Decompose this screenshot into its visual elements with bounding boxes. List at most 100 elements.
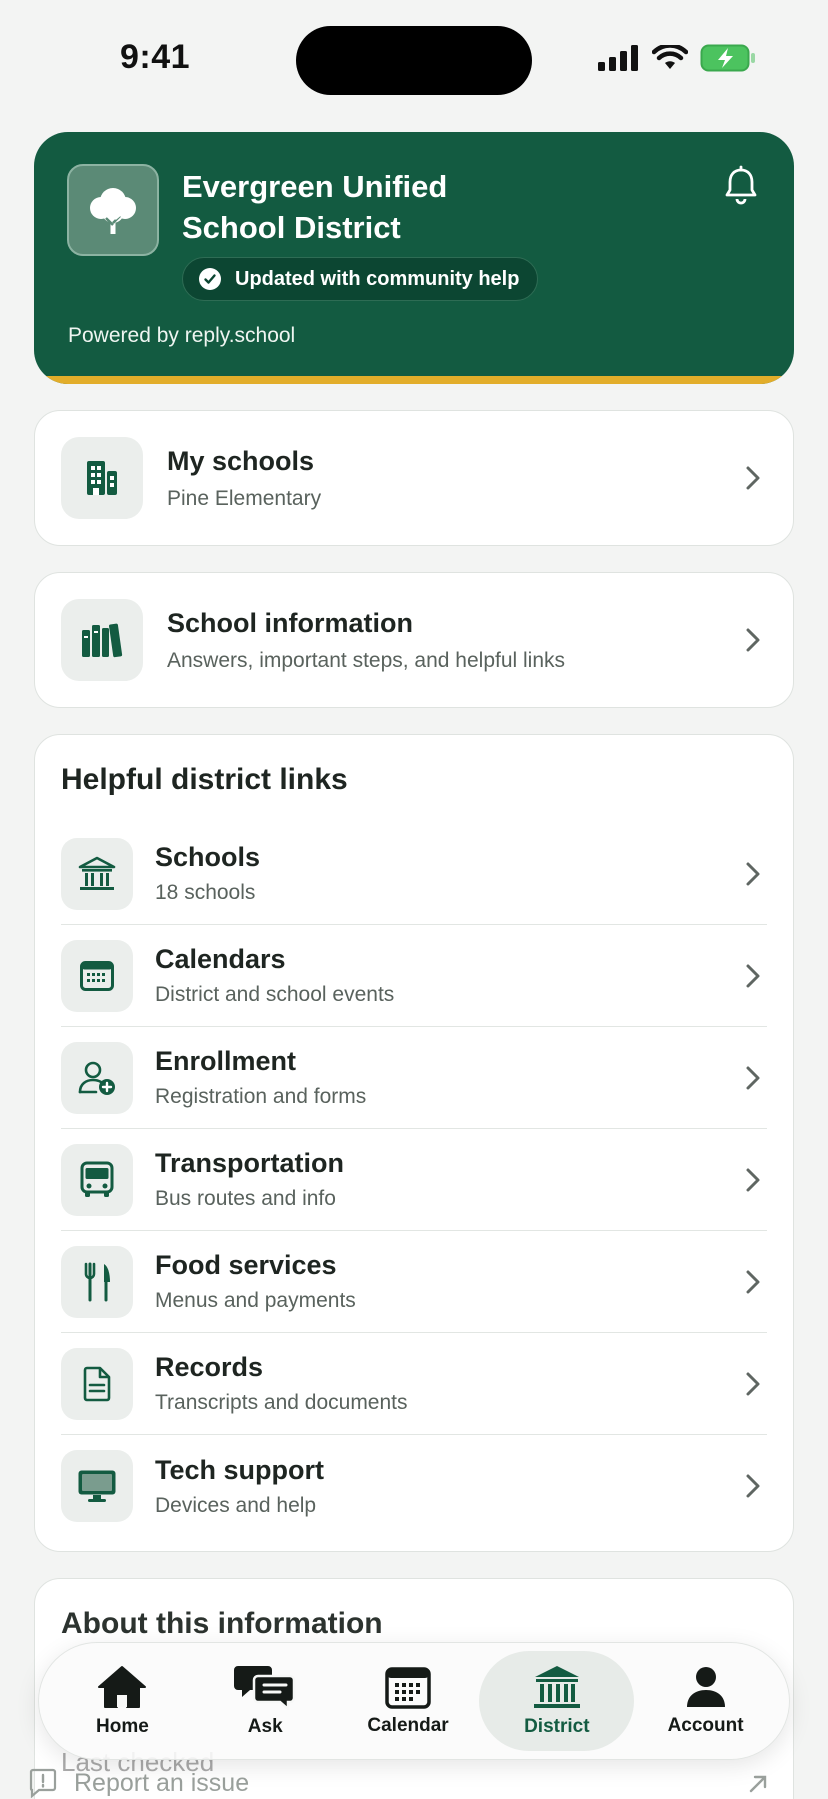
- link-text: Calendars District and school events: [155, 944, 743, 1007]
- status-icons: [598, 44, 756, 72]
- district-icon: [533, 1666, 580, 1708]
- status-time: 9:41: [120, 38, 191, 76]
- chevron-right-icon: [746, 1270, 760, 1293]
- district-header-card: Evergreen Unified School District Update…: [34, 132, 794, 384]
- chevron-right-icon: [746, 1066, 760, 1089]
- person-icon: [686, 1667, 725, 1707]
- tab-ask[interactable]: Ask: [194, 1651, 337, 1751]
- link-title: Schools: [155, 842, 261, 872]
- link-row-tech-support[interactable]: Tech support Devices and help: [61, 1435, 767, 1537]
- links-heading: Helpful district links: [61, 763, 348, 796]
- bell-icon[interactable]: [720, 164, 762, 206]
- link-row-calendars[interactable]: Calendars District and school events: [61, 925, 767, 1027]
- dynamic-island: [296, 26, 532, 95]
- link-subtitle: Menus and payments: [155, 1289, 356, 1312]
- link-title: Tech support: [155, 1454, 325, 1485]
- external-link-icon: [749, 1775, 767, 1793]
- fork-knife-icon: [84, 1262, 110, 1301]
- school-info-title: School information: [167, 607, 413, 638]
- district-links-card: Helpful district links Schools 18 school…: [34, 734, 794, 1552]
- link-title: Enrollment: [155, 1046, 297, 1076]
- school-info-subtitle: Answers, important steps, and helpful li…: [167, 648, 566, 672]
- report-icon: [29, 1768, 57, 1798]
- tab-calendar[interactable]: Calendar: [337, 1651, 480, 1751]
- link-text: Transportation Bus routes and info: [155, 1148, 743, 1211]
- tree-icon: [90, 188, 136, 234]
- powered-by: Powered by reply.school: [68, 324, 296, 347]
- chevron-right-icon: [746, 1474, 760, 1498]
- link-row-records[interactable]: Records Transcripts and documents: [61, 1333, 767, 1435]
- my-schools-icon-tile: [61, 437, 143, 519]
- building-icon: [87, 461, 117, 495]
- link-icon-tile: [61, 1347, 133, 1420]
- link-subtitle: Devices and help: [155, 1493, 317, 1517]
- link-icon-tile: [61, 1245, 133, 1318]
- link-text: Food services Menus and payments: [155, 1250, 743, 1313]
- district-screen: 9:41 Evergreen Unified School District U…: [0, 0, 828, 1799]
- district-name: Evergreen Unified School District: [182, 166, 602, 248]
- link-text: Schools 18 schools: [155, 842, 743, 905]
- report-issue-label: Report an issue: [74, 1768, 250, 1797]
- link-title: Records: [155, 1352, 264, 1382]
- link-row-transportation[interactable]: Transportation Bus routes and info: [61, 1129, 767, 1231]
- bus-icon: [80, 1161, 114, 1197]
- chevron-right-icon: [746, 466, 760, 490]
- link-icon-tile: [61, 1143, 133, 1216]
- my-schools-text: My schools Pine Elementary: [167, 446, 743, 511]
- link-subtitle: District and school events: [155, 983, 395, 1006]
- link-title: Transportation: [155, 1148, 345, 1178]
- my-schools-subtitle: Pine Elementary: [167, 486, 322, 510]
- chevron-right-icon: [746, 964, 760, 987]
- link-text: Tech support Devices and help: [155, 1455, 743, 1518]
- district-name-line1: Evergreen Unified: [182, 169, 448, 204]
- my-schools-card[interactable]: My schools Pine Elementary: [34, 410, 794, 546]
- calendar-icon: [80, 960, 114, 991]
- tab-label: Ask: [247, 1716, 283, 1737]
- district-name-line2: School District: [182, 210, 401, 245]
- link-row-enrollment[interactable]: Enrollment Registration and forms: [61, 1027, 767, 1129]
- link-icon-tile: [61, 837, 133, 910]
- chevron-right-icon: [746, 1372, 760, 1395]
- report-issue-link[interactable]: Report an issue: [28, 1768, 249, 1798]
- tab-label: Home: [96, 1716, 149, 1737]
- tab-label: Account: [667, 1715, 744, 1736]
- cellular-signal-icon: [598, 45, 638, 71]
- district-logo: [67, 164, 159, 256]
- link-row-food-services[interactable]: Food services Menus and payments: [61, 1231, 767, 1333]
- school-info-icon-tile: [61, 599, 143, 681]
- link-title: Food services: [155, 1250, 337, 1280]
- chat-icon: [234, 1666, 296, 1710]
- community-badge: Updated with community help: [182, 257, 539, 301]
- school-information-card[interactable]: School information Answers, important st…: [34, 572, 794, 708]
- school-info-text: School information Answers, important st…: [167, 608, 743, 673]
- monitor-icon: [78, 1470, 116, 1502]
- link-row-schools[interactable]: Schools 18 schools: [61, 823, 767, 925]
- calendar-icon: [385, 1667, 431, 1709]
- chevron-right-icon: [746, 862, 760, 885]
- my-schools-title: My schools: [167, 445, 315, 476]
- link-subtitle: Transcripts and documents: [155, 1391, 408, 1414]
- tab-label: Calendar: [367, 1715, 449, 1736]
- link-text: Enrollment Registration and forms: [155, 1046, 743, 1109]
- link-title: Calendars: [155, 944, 286, 974]
- wifi-icon: [652, 45, 688, 69]
- tab-home[interactable]: Home: [51, 1651, 194, 1751]
- community-badge-label: Updated with community help: [235, 267, 520, 290]
- document-icon: [83, 1366, 111, 1401]
- link-subtitle: 18 schools: [155, 881, 256, 904]
- school-building-icon: [78, 856, 116, 890]
- tab-bar: Home Ask Calendar District Account: [38, 1642, 790, 1760]
- tab-label: District: [524, 1716, 590, 1737]
- link-subtitle: Bus routes and info: [155, 1187, 336, 1210]
- tab-account[interactable]: Account: [634, 1651, 777, 1751]
- link-icon-tile: [61, 1450, 133, 1522]
- about-heading: About this information: [61, 1607, 383, 1640]
- home-icon: [98, 1666, 147, 1708]
- user-add-icon: [78, 1061, 115, 1095]
- tab-district[interactable]: District: [479, 1651, 635, 1751]
- checkmark-icon: [199, 268, 221, 290]
- link-icon-tile: [61, 1041, 133, 1114]
- chevron-right-icon: [746, 628, 760, 652]
- link-icon-tile: [61, 939, 133, 1012]
- district-links-list: Schools 18 schools Calendars District an…: [61, 823, 767, 1537]
